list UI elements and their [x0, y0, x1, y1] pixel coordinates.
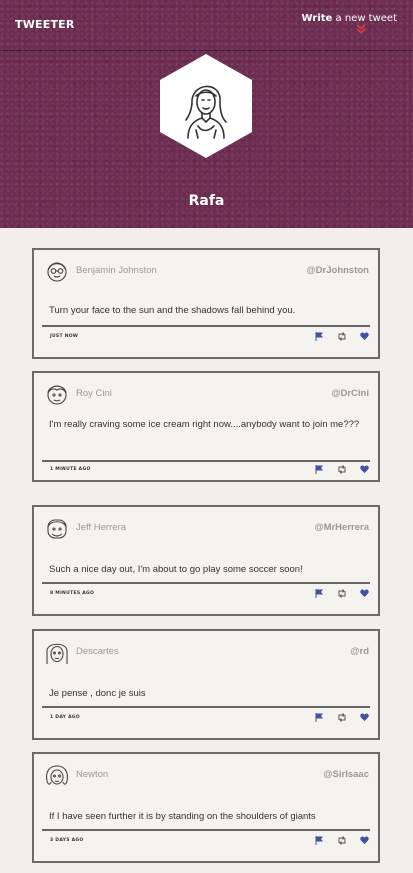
- user-avatar-icon: [47, 519, 67, 539]
- user-avatar-icon: [46, 643, 68, 664]
- tweet-author-name[interactable]: Descartes: [76, 646, 119, 657]
- tweet-text: Turn your face to the sun and the shadow…: [49, 305, 296, 316]
- profile-name: Rafa: [188, 193, 225, 209]
- retweet-icon[interactable]: [337, 589, 347, 598]
- tweet-timestamp: 1 minute ago: [50, 467, 91, 472]
- tweet-card: Newton @SirIsaac If I have seen further …: [32, 752, 380, 863]
- user-avatar-icon: [47, 262, 67, 282]
- tweet-text: If I have seen further it is by standing…: [49, 811, 316, 822]
- tweet-author-handle[interactable]: @rd: [350, 646, 369, 657]
- flag-icon[interactable]: [315, 713, 324, 722]
- flag-icon[interactable]: [315, 589, 324, 598]
- user-avatar-icon: [46, 765, 68, 785]
- tweet-author-name[interactable]: Newton: [76, 769, 108, 780]
- brand-logo[interactable]: TWEETER: [15, 18, 75, 31]
- tweet-author-name[interactable]: Roy Cini: [76, 388, 112, 399]
- tweet-author-name[interactable]: Benjamin Johnston: [76, 265, 157, 276]
- tweet-text: Je pense , donc je suis: [49, 688, 146, 699]
- profile-header: TWEETER Write a new tweet Rafa: [0, 0, 413, 228]
- tweet-author-handle[interactable]: @DrCini: [331, 388, 369, 399]
- retweet-icon[interactable]: [337, 713, 347, 722]
- heart-icon[interactable]: [360, 465, 369, 474]
- tweet-card: Roy Cini @DrCini I'm really craving some…: [32, 371, 380, 482]
- write-tweet-link[interactable]: Write a new tweet: [302, 13, 397, 24]
- heart-icon[interactable]: [360, 589, 369, 598]
- flag-icon[interactable]: [315, 465, 324, 474]
- tweet-text: Such a nice day out, I'm about to go pla…: [49, 564, 303, 575]
- tweet-timestamp: 8 minutes ago: [50, 591, 95, 596]
- tweet-divider: [42, 829, 370, 831]
- flag-icon[interactable]: [315, 332, 324, 341]
- tweet-text: I'm really craving some ice cream right …: [49, 419, 360, 430]
- double-chevron-down-icon[interactable]: [356, 24, 366, 37]
- header-divider: [0, 50, 413, 51]
- heart-icon[interactable]: [360, 332, 369, 341]
- user-avatar-icon: [47, 385, 67, 405]
- retweet-icon[interactable]: [337, 465, 347, 474]
- tweet-divider: [42, 706, 370, 708]
- tweet-timestamp: 3 days ago: [50, 838, 84, 843]
- tweet-card: Descartes @rd Je pense , donc je suis 1 …: [32, 629, 380, 740]
- write-rest-label: a new tweet: [335, 13, 397, 24]
- retweet-icon[interactable]: [337, 332, 347, 341]
- tweet-author-name[interactable]: Jeff Herrera: [76, 522, 126, 533]
- tweet-timestamp: 1 day ago: [50, 715, 81, 720]
- heart-icon[interactable]: [360, 836, 369, 845]
- tweet-author-handle[interactable]: @MrHerrera: [314, 522, 369, 533]
- flag-icon[interactable]: [315, 836, 324, 845]
- tweet-author-handle[interactable]: @SirIsaac: [323, 769, 369, 780]
- write-label: Write: [301, 13, 333, 24]
- tweet-card: Jeff Herrera @MrHerrera Such a nice day …: [32, 505, 380, 616]
- tweet-divider: [42, 460, 370, 462]
- tweet-divider: [42, 582, 370, 584]
- tweet-divider: [42, 325, 370, 327]
- profile-avatar: [158, 52, 254, 160]
- tweet-timestamp: just now: [50, 334, 79, 339]
- heart-icon[interactable]: [360, 713, 369, 722]
- tweet-card: Benjamin Johnston @DrJohnston Turn your …: [32, 248, 380, 359]
- tweet-author-handle[interactable]: @DrJohnston: [306, 265, 369, 276]
- retweet-icon[interactable]: [337, 836, 347, 845]
